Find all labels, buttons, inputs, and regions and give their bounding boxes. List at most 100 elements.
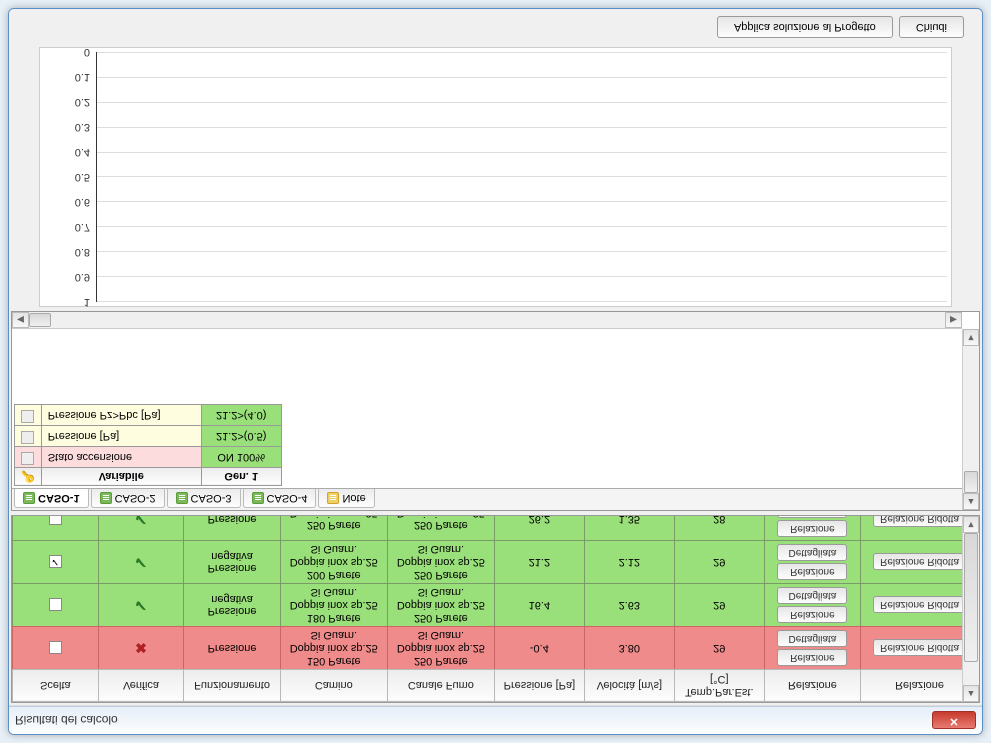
col-header[interactable]: Velocità [m/s] [584,669,674,701]
var-name: Pressione Pz>Pbc [Pa] [41,405,201,426]
variables-table: 🔑 Variabile Gen. 1 Stato accensioneON 10… [14,404,282,486]
tab-strip: CASO-1 CASO-2CASO-3 CASO-4 Note [12,488,979,510]
cell-verifica: ✔ [98,540,184,583]
cell-canale: 250 PareteDoppia inox sp.25Si Guarn. [387,626,494,669]
col-header[interactable]: Canale Fumo [387,669,494,701]
y-tick-label: 1 [40,296,90,308]
dettagliata-button[interactable]: Dettagliata [777,587,847,604]
y-tick-label: 0.6 [40,196,90,208]
grid-line [97,152,947,153]
tab-label: CASO-4 [267,492,308,504]
note-icon [327,492,339,504]
tab-caso-2[interactable]: CASO-2 [91,489,165,508]
grid-line [97,127,947,128]
col-header[interactable]: Scelta [13,669,99,701]
dettagliata-button[interactable]: Dettagliata [777,630,847,647]
tab-note[interactable]: Note [318,489,374,508]
vars-vscrollbar[interactable]: ▲ ▼ [962,329,979,510]
titlebar: Risultati del calcolo ✕ [9,706,982,734]
window-title: Risultati del calcolo [15,714,932,728]
relazione-ridotta-button[interactable]: Relazione Ridotta [873,553,966,570]
check-ok-icon: ✔ [134,516,147,527]
grid-line [97,226,947,227]
cell-camino: 150 PareteDoppia inox sp.25Si Guarn. [280,626,387,669]
table-row: ✖Pressione150 PareteDoppia inox sp.25Si … [13,626,979,669]
close-icon[interactable]: ✕ [932,712,976,730]
vars-header-row: 🔑 Variabile Gen. 1 [15,468,282,486]
grid-line [97,201,947,202]
scelta-checkbox[interactable] [49,555,62,568]
y-tick-label: 0.7 [40,221,90,233]
tab-caso-4[interactable]: CASO-4 [243,489,317,508]
scroll-left-icon[interactable]: ◀ [12,312,29,328]
cell-funz: Pressione [184,626,280,669]
scelta-checkbox[interactable] [49,598,62,611]
col-header[interactable]: Verifica [98,669,184,701]
table-vscrollbar[interactable]: ▲ ▼ [962,516,979,702]
cell-verifica: ✔ [98,583,184,626]
tab-caso-3[interactable]: CASO-3 [167,489,241,508]
cell-ridotta: Relazione Ridotta [861,626,979,669]
scroll-up-icon[interactable]: ▲ [963,493,979,510]
cell-temp: 29 [674,626,764,669]
dialog-window: Risultati del calcolo ✕ SceltaVerificaFu… [8,8,983,735]
relazione-ridotta-button[interactable]: Relazione Ridotta [873,516,966,527]
plot-canvas [96,52,947,302]
relazione-button[interactable]: Relazione [777,563,847,580]
scroll-down-icon[interactable]: ▼ [963,516,979,533]
close-button[interactable]: Chiudi [899,16,964,38]
cell-verifica: ✖ [98,626,184,669]
results-table-scroll[interactable]: SceltaVerificaFunzionamentoCaminoCanale … [12,516,979,702]
var-key [15,426,42,447]
relazione-ridotta-button[interactable]: Relazione Ridotta [873,596,966,613]
cell-scelta [13,626,99,669]
scroll-right-icon[interactable]: ▶ [945,312,962,328]
var-key [15,405,42,426]
apply-button[interactable]: Applica soluzione al Progetto [717,16,893,38]
tab-label: CASO-1 [38,492,80,504]
y-axis: 00.10.20.30.40.50.60.70.80.91 [40,52,96,302]
col-header[interactable]: Relazione [764,669,860,701]
hscroll-thumb[interactable] [29,313,51,327]
y-tick-label: 0.5 [40,171,90,183]
cell-funz: Pressione negativa [184,583,280,626]
table-row: ✔Pressione250 PareteDoppia inox sp.25250… [13,516,979,540]
cell-pressione: 21.2 [494,540,584,583]
cell-relazione: Relazione Dettagliata [764,516,860,540]
relazione-ridotta-button[interactable]: Relazione Ridotta [873,639,966,656]
cell-velocita: 2.12 [584,540,674,583]
col-header[interactable]: Pressione [Pa] [494,669,584,701]
var-value: ON 100% [201,447,281,468]
col-header[interactable]: Camino [280,669,387,701]
scroll-up-icon[interactable]: ▲ [963,685,979,702]
cell-relazione: Relazione Dettagliata [764,626,860,669]
cell-camino: 250 PareteDoppia inox sp.25 [280,516,387,540]
cell-velocita: 3.80 [584,626,674,669]
tab-caso-1[interactable]: CASO-1 [14,489,89,508]
cell-velocita: 1.35 [584,516,674,540]
scroll-thumb[interactable] [964,471,978,493]
cell-pressione: -0.4 [494,626,584,669]
cell-pressione: 16.4 [494,583,584,626]
button-bar: Applica soluzione al Progetto Chiudi [9,9,982,45]
dettagliata-button[interactable]: Dettagliata [777,544,847,561]
relazione-button[interactable]: Relazione [777,606,847,623]
grid-line [97,301,947,302]
scroll-thumb[interactable] [964,533,978,662]
relazione-button[interactable]: Relazione [777,520,847,537]
col-header[interactable]: Temp.Par.Est.[°C] [674,669,764,701]
y-tick-label: 0.1 [40,71,90,83]
relazione-button[interactable]: Relazione [777,649,847,666]
cell-temp: 29 [674,540,764,583]
chart-area: 00.10.20.30.40.50.60.70.80.91 [39,47,952,307]
dettagliata-button[interactable]: Dettagliata [777,516,847,518]
list-icon [176,492,188,504]
var-value: 21.2>(4.0) [201,405,281,426]
vars-hscrollbar[interactable]: ◀ ▶ [12,312,962,329]
col-header[interactable]: Relazione [861,669,979,701]
scroll-down-icon[interactable]: ▼ [963,329,979,346]
col-header[interactable]: Funzionamento [184,669,280,701]
scelta-checkbox[interactable] [49,641,62,654]
check-ok-icon: ✔ [134,553,147,570]
scelta-checkbox[interactable] [49,516,62,525]
